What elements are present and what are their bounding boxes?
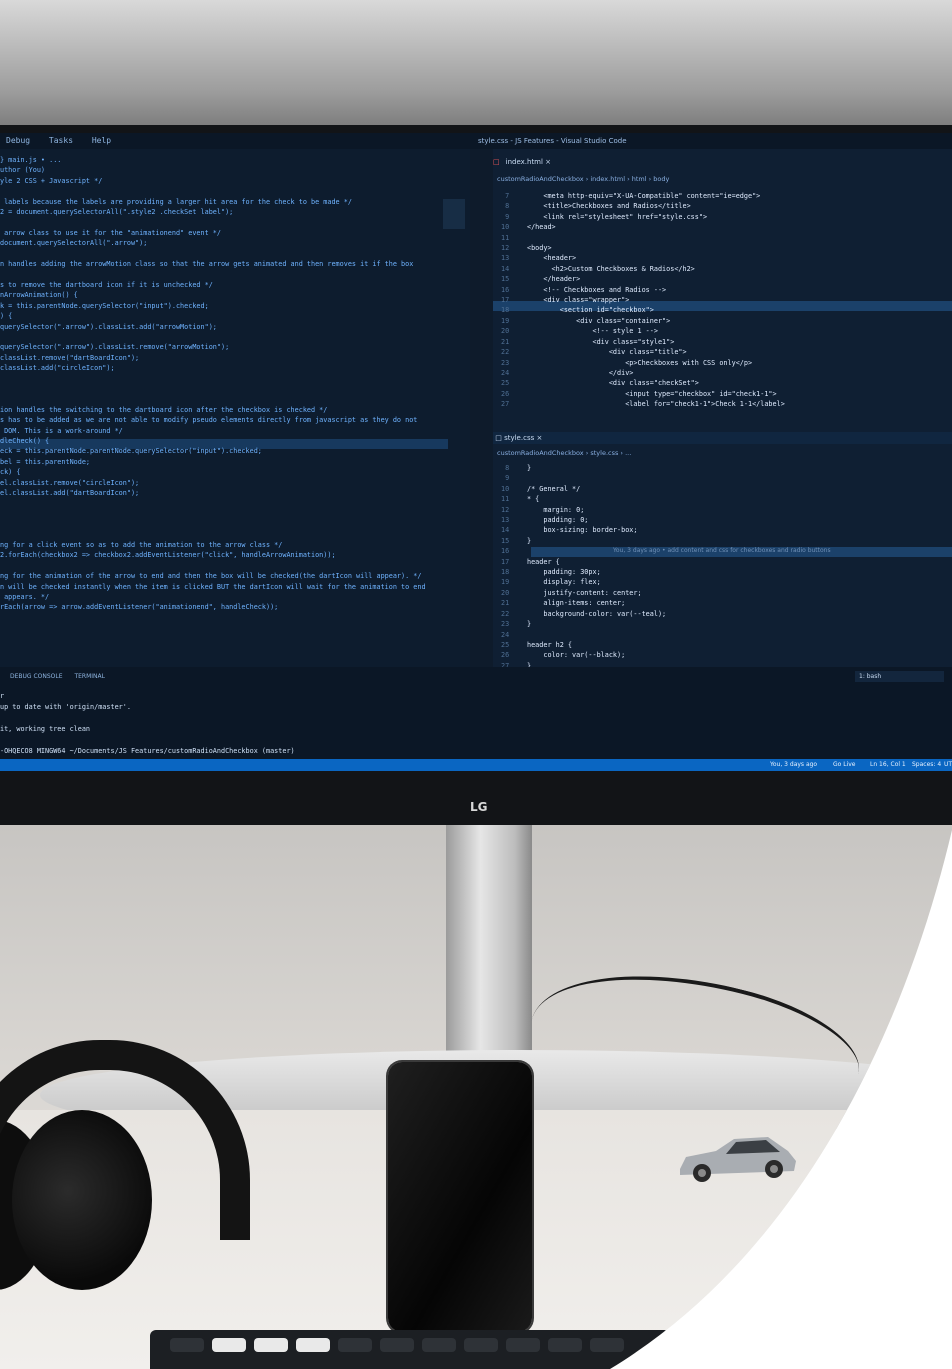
- css-code-block: } /* General */ * { margin: 0; padding: …: [527, 464, 667, 670]
- wall-background: [0, 0, 952, 130]
- monitor-stand: [446, 825, 532, 1065]
- html-file-icon: □: [493, 158, 500, 166]
- headphone-cup-front: [12, 1110, 152, 1290]
- window-title: style.css - JS Features - Visual Studio …: [478, 137, 627, 145]
- status-spaces: Spaces: 4: [912, 761, 942, 768]
- menu-item-debug: Debug: [6, 136, 31, 145]
- monitor-screen: Debug Tasks Help style.css - JS Features…: [0, 133, 952, 771]
- editor-tab-html: □ index.html ×: [493, 158, 552, 166]
- keyboard-key: [296, 1338, 330, 1352]
- keyboard-key: [254, 1338, 288, 1352]
- html-line-numbers: 7 8 9 10 11 12 13 14 15 16 17 18 19 20 2…: [501, 192, 510, 409]
- keyboard: [150, 1330, 670, 1369]
- menu-bar: Debug Tasks Help: [0, 133, 952, 149]
- toy-car: [676, 1125, 800, 1187]
- terminal-tabs: DEBUG CONSOLE TERMINAL: [10, 673, 115, 680]
- status-position: Ln 16, Col 1: [870, 761, 906, 768]
- menu-item-tasks: Tasks: [48, 136, 74, 145]
- menu-item-help: Help: [91, 136, 112, 145]
- js-code-block: } main.js • ... uthor (You) yle 2 CSS + …: [0, 156, 426, 612]
- keyboard-key: [422, 1338, 456, 1352]
- keyboard-key: [464, 1338, 498, 1352]
- terminal-panel: DEBUG CONSOLE TERMINAL 1: bash r up to d…: [0, 667, 952, 759]
- terminal-select: 1: bash: [855, 671, 944, 682]
- status-encoding: UTF: [944, 761, 952, 768]
- css-line-numbers: 8 9 10 11 12 13 14 15 16 17 18 19 20 21 …: [501, 464, 510, 670]
- keyboard-key: [506, 1338, 540, 1352]
- html-tab-label: index.html: [505, 158, 543, 166]
- html-breadcrumb: customRadioAndCheckbox › index.html › ht…: [497, 175, 670, 183]
- status-go-live: Go Live: [833, 761, 856, 768]
- keyboard-key: [548, 1338, 582, 1352]
- keyboard-key: [380, 1338, 414, 1352]
- git-blame-annotation: You, 3 days ago • add content and css fo…: [613, 547, 831, 554]
- tab-debug-console: DEBUG CONSOLE: [10, 673, 63, 680]
- status-bar: You, 3 days ago Go Live Ln 16, Col 1 Spa…: [0, 759, 952, 771]
- keyboard-key: [590, 1338, 624, 1352]
- lg-logo: LG: [470, 800, 488, 814]
- photo-scene: Debug Tasks Help style.css - JS Features…: [0, 0, 952, 1369]
- keyboard-key: [212, 1338, 246, 1352]
- tab-terminal: TERMINAL: [74, 673, 105, 680]
- minimap: [443, 199, 465, 229]
- css-tab-label: style.css: [504, 434, 535, 442]
- smartphone: [388, 1062, 532, 1332]
- keyboard-key: [170, 1338, 204, 1352]
- terminal-output: r up to date with 'origin/master'. it, w…: [0, 692, 295, 755]
- css-breadcrumb: customRadioAndCheckbox › style.css › ...: [497, 449, 632, 457]
- html-code-block: <meta http-equiv="X-UA-Compatible" conte…: [527, 192, 785, 409]
- left-editor-pane: } main.js • ... uthor (You) yle 2 CSS + …: [0, 149, 470, 679]
- right-editor-pane: □ index.html × customRadioAndCheckbox › i…: [493, 149, 952, 679]
- keyboard-key: [338, 1338, 372, 1352]
- status-blame: You, 3 days ago: [770, 761, 818, 768]
- editor-tab-css: □ style.css ×: [493, 432, 952, 444]
